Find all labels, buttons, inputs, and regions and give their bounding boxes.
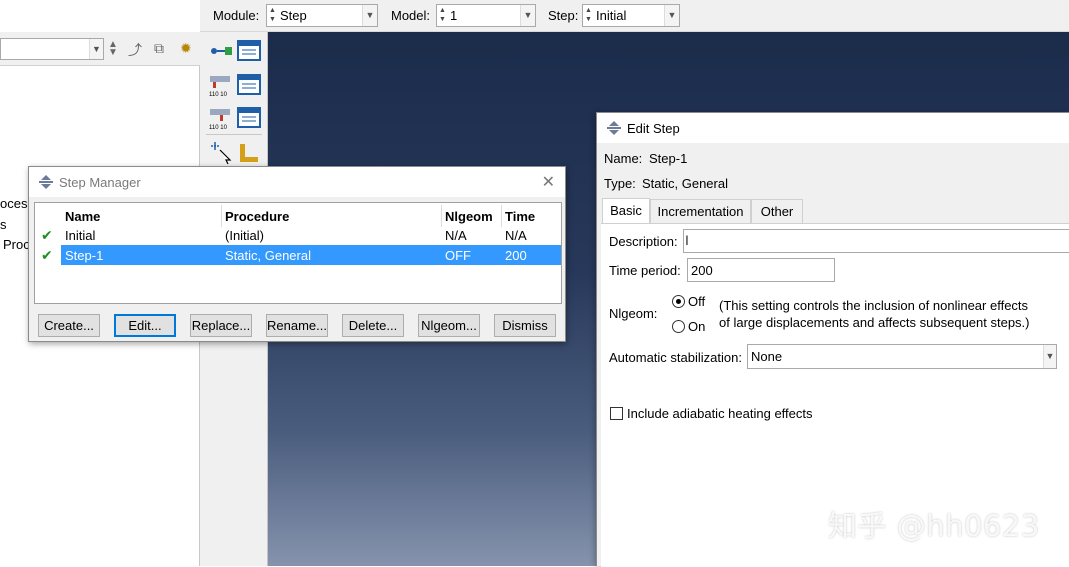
adiabatic-checkbox[interactable] <box>610 407 623 420</box>
dialog-title: Edit Step <box>627 121 680 136</box>
edit-button[interactable]: Edit... <box>114 314 176 337</box>
nlgeom-note: (This setting controls the inclusion of … <box>719 298 1029 313</box>
spinner-icon[interactable]: ▲ ▼ <box>268 6 277 25</box>
adaptive-mesh-icon[interactable] <box>208 140 234 166</box>
spinner-icon[interactable]: ▲ ▼ <box>108 40 118 58</box>
watermark: 知乎 @hh0623 <box>828 509 1040 543</box>
field-output-manager-icon[interactable] <box>236 72 262 98</box>
lightbulb-icon[interactable]: ✹ <box>180 40 192 57</box>
column-header-nlgeom[interactable]: Nlgeom <box>445 209 493 224</box>
module-label: Module: <box>213 8 260 23</box>
column-divider <box>441 205 442 227</box>
nlgeom-label: Nlgeom: <box>609 306 658 321</box>
spinner-icon[interactable]: ▲ ▼ <box>584 6 593 25</box>
toolbox-divider <box>206 134 262 135</box>
nlgeom-off-radio[interactable] <box>672 295 685 308</box>
nlgeom-button[interactable]: Nlgeom... <box>418 314 480 337</box>
step-time: 200 <box>505 248 527 263</box>
chevron-down-icon[interactable]: ▼ <box>89 39 103 59</box>
step-manager-dialog: Step Manager ✕ Name Procedure Nlgeom Tim… <box>28 166 566 342</box>
table-row-selected[interactable]: Step-1 Static, General OFF 200 <box>61 245 561 265</box>
adiabatic-label[interactable]: Include adiabatic heating effects <box>627 406 813 421</box>
step-nlgeom: OFF <box>445 248 471 263</box>
model-label: Model: <box>391 8 431 23</box>
model-value: 1 <box>450 8 458 23</box>
tab-incrementation[interactable]: Incrementation <box>650 199 751 224</box>
tree-item[interactable]: s <box>0 217 7 232</box>
field-output-icon[interactable]: 110 10 <box>208 72 234 98</box>
edit-step-titlebar[interactable]: Edit Step <box>597 113 1069 143</box>
tree-filter-combo[interactable]: ▼ <box>0 38 104 60</box>
description-label: Description: <box>609 234 678 249</box>
column-header-procedure[interactable]: Procedure <box>225 209 289 224</box>
context-bar: Module: ▲ ▼ Step ▼ Model: ▲ ▼ 1 ▼ Step: ▲ ▼… <box>200 0 1069 32</box>
svg-text:110 10: 110 10 <box>209 125 228 131</box>
chevron-down-icon[interactable]: ▼ <box>362 5 377 26</box>
step-combo[interactable]: ▲ ▼ Initial ▼ <box>582 4 680 27</box>
delete-button[interactable]: Delete... <box>342 314 404 337</box>
svg-text:110 10: 110 10 <box>209 92 228 98</box>
time-period-field[interactable]: 200 <box>687 258 835 282</box>
replace-button[interactable]: Replace... <box>190 314 252 337</box>
nlgeom-note: of large displacements and affects subse… <box>719 315 1030 330</box>
dismiss-button[interactable]: Dismiss <box>494 314 556 337</box>
close-icon[interactable]: ✕ <box>542 172 555 192</box>
dialog-title: Step Manager <box>59 175 141 190</box>
step-name: Step-1 <box>65 248 104 263</box>
name-value: Step-1 <box>649 151 688 166</box>
time-period-label: Time period: <box>609 263 681 278</box>
text-cursor-icon: I <box>685 232 689 248</box>
module-value: Step <box>280 8 307 23</box>
step-manager-icon[interactable] <box>236 38 262 64</box>
active-check-icon: ✔ <box>41 227 53 243</box>
stabilization-select[interactable]: None ▼ <box>747 344 1057 369</box>
stabilization-label: Automatic stabilization: <box>609 350 742 365</box>
step-time: N/A <box>505 228 527 243</box>
create-step-icon[interactable] <box>208 38 234 64</box>
type-value: Static, General <box>642 176 728 191</box>
type-label: Type: <box>604 176 636 191</box>
stabilization-value: None <box>751 349 783 364</box>
nlgeom-on-radio[interactable] <box>672 320 685 333</box>
model-combo[interactable]: ▲ ▼ 1 ▼ <box>436 4 536 27</box>
column-divider <box>501 205 502 227</box>
name-label: Name: <box>604 151 643 166</box>
history-output-icon[interactable]: 110 10 <box>208 105 234 131</box>
go-up-icon[interactable]: ⤴ <box>128 40 142 60</box>
abaqus-app-icon <box>607 121 621 135</box>
table-row[interactable]: Initial (Initial) N/A N/A <box>61 225 561 245</box>
spinner-icon[interactable]: ▲ ▼ <box>438 6 447 25</box>
active-check-icon: ✔ <box>41 247 53 263</box>
chevron-down-icon[interactable]: ▼ <box>664 5 679 26</box>
rename-button[interactable]: Rename... <box>266 314 328 337</box>
step-name: Initial <box>65 228 96 243</box>
tree-item[interactable]: Proc <box>3 237 30 252</box>
create-button[interactable]: Create... <box>38 314 100 337</box>
module-combo[interactable]: ▲ ▼ Step ▼ <box>266 4 378 27</box>
nlgeom-off-label[interactable]: Off <box>688 294 705 309</box>
step-procedure: Static, General <box>225 248 311 263</box>
tab-other[interactable]: Other <box>751 199 803 224</box>
column-divider <box>221 205 222 227</box>
column-header-name[interactable]: Name <box>65 209 100 224</box>
step-nlgeom: N/A <box>445 228 467 243</box>
step-procedure: (Initial) <box>225 228 265 243</box>
chevron-down-icon[interactable]: ▼ <box>520 5 535 26</box>
history-output-manager-icon[interactable] <box>236 105 262 131</box>
step-label: Step: <box>548 8 579 23</box>
edit-step-dialog: Edit Step Name: Step-1 Type: Static, Gen… <box>596 112 1069 567</box>
description-field[interactable] <box>683 229 1069 253</box>
column-header-time[interactable]: Time <box>505 209 535 224</box>
chevron-down-icon[interactable]: ▼ <box>1043 345 1056 368</box>
solver-controls-icon[interactable] <box>236 140 262 166</box>
tree-expand-icon[interactable]: ⧉ <box>154 40 164 57</box>
tab-basic[interactable]: Basic <box>602 198 650 225</box>
step-value: Initial <box>596 8 627 23</box>
steps-table: Name Procedure Nlgeom Time ✔ Initial (In… <box>34 202 562 304</box>
step-manager-titlebar[interactable]: Step Manager ✕ <box>29 167 565 197</box>
tree-toolbar: ▼ ▲ ▼ ⤴ ⧉ ✹ <box>0 32 200 66</box>
abaqus-app-icon <box>39 175 53 189</box>
nlgeom-on-label[interactable]: On <box>688 319 705 334</box>
